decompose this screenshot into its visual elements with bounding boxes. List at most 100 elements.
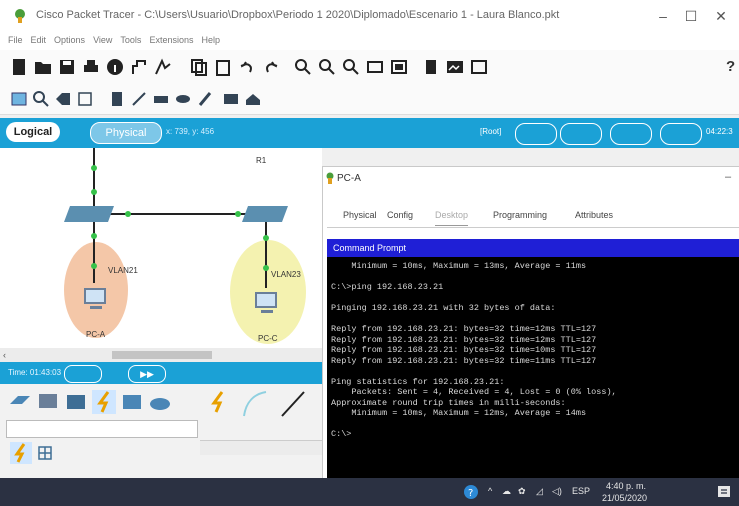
automatic-connection-icon[interactable] bbox=[206, 390, 230, 414]
power-cycle-button[interactable] bbox=[64, 365, 102, 383]
tab-attributes[interactable]: Attributes bbox=[575, 205, 613, 225]
tab-physical[interactable]: Physical bbox=[90, 122, 162, 144]
undo-icon[interactable] bbox=[238, 58, 256, 76]
zoom-in-icon[interactable] bbox=[294, 58, 312, 76]
add-simple-pdu-icon[interactable] bbox=[222, 90, 240, 108]
add-complex-pdu-icon[interactable] bbox=[244, 90, 262, 108]
network-devices-icon[interactable] bbox=[8, 390, 32, 414]
custom-devices-icon[interactable] bbox=[390, 58, 408, 76]
vlan23-label: VLAN23 bbox=[271, 270, 301, 279]
console-cable-icon[interactable] bbox=[240, 390, 268, 418]
switch-2-icon[interactable] bbox=[242, 206, 288, 222]
viewport-pill[interactable] bbox=[560, 123, 602, 145]
inspect-icon[interactable] bbox=[32, 90, 50, 108]
palette-scrollbar[interactable] bbox=[200, 440, 322, 455]
open-folder-icon[interactable] bbox=[34, 58, 52, 76]
help-button[interactable]: ? bbox=[726, 58, 735, 75]
components-icon[interactable] bbox=[64, 390, 88, 414]
show-hidden-icons-icon[interactable]: ^ bbox=[488, 486, 492, 496]
navigation-pill[interactable] bbox=[515, 123, 557, 145]
tab-programming[interactable]: Programming bbox=[493, 205, 547, 225]
print-icon[interactable] bbox=[82, 58, 100, 76]
menu-extensions[interactable]: Extensions bbox=[149, 35, 193, 45]
device-type-box bbox=[6, 420, 198, 438]
tab-divider bbox=[327, 227, 739, 228]
select-icon[interactable] bbox=[10, 90, 28, 108]
network-icon[interactable]: ◿ bbox=[536, 486, 543, 497]
menu-file[interactable]: File bbox=[8, 35, 23, 45]
pc-a-window: PC-A – Physical Config Desktop Programmi… bbox=[322, 166, 739, 480]
packet-tracer-app-icon bbox=[15, 9, 25, 23]
pc-window-minimize-button[interactable]: – bbox=[725, 171, 731, 183]
workspace-clock: 04:22:3 bbox=[706, 127, 733, 136]
drawing-palette-icon[interactable] bbox=[366, 58, 384, 76]
topology-diagram bbox=[64, 148, 306, 344]
menu-tools[interactable]: Tools bbox=[120, 35, 141, 45]
command-prompt-terminal[interactable]: Minimum = 10ms, Maximum = 13ms, Average … bbox=[327, 257, 739, 479]
end-devices-icon[interactable] bbox=[36, 390, 60, 414]
redo-icon[interactable] bbox=[262, 58, 280, 76]
cloud-icon[interactable]: ☁ bbox=[502, 486, 511, 497]
taskbar-time: 4:40 p. m. bbox=[606, 481, 647, 491]
taskbar-date: 21/05/2020 bbox=[602, 493, 648, 503]
close-button[interactable]: ✕ bbox=[706, 6, 736, 26]
zoom-out-icon[interactable] bbox=[342, 58, 360, 76]
menu-view[interactable]: View bbox=[93, 35, 112, 45]
draw-line-icon[interactable] bbox=[130, 90, 148, 108]
viewport-icon[interactable] bbox=[446, 58, 464, 76]
help-circle-icon[interactable]: ? bbox=[463, 484, 479, 500]
info-icon[interactable] bbox=[106, 58, 124, 76]
network-wizard-icon[interactable] bbox=[130, 58, 148, 76]
switch-1-icon[interactable] bbox=[64, 206, 114, 222]
draw-ellipse-icon[interactable] bbox=[174, 90, 192, 108]
pc-c-label: PC-C bbox=[258, 334, 278, 343]
activity-wizard-icon[interactable] bbox=[154, 58, 172, 76]
packet-tracer-tray-icon[interactable]: ✿ bbox=[518, 486, 526, 497]
terminal-line: Reply from 192.168.23.21: bytes=32 time=… bbox=[331, 324, 597, 334]
delete-icon[interactable] bbox=[54, 90, 72, 108]
horizontal-scrollbar[interactable]: ‹ bbox=[0, 348, 322, 362]
paste-icon[interactable] bbox=[214, 58, 232, 76]
tools-toolbar bbox=[0, 84, 739, 115]
image-icon[interactable] bbox=[470, 58, 488, 76]
fast-forward-button[interactable]: ▶▶ bbox=[128, 365, 166, 383]
terminal-line: Ping statistics for 192.168.23.21: bbox=[331, 376, 505, 387]
scrollbar-thumb[interactable] bbox=[112, 351, 212, 359]
resize-icon[interactable] bbox=[76, 90, 94, 108]
language-indicator[interactable]: ESP bbox=[572, 486, 590, 496]
connections-icon[interactable] bbox=[92, 390, 116, 414]
tab-physical-device[interactable]: Physical bbox=[343, 205, 377, 225]
logical-workspace-canvas[interactable]: R1 VLAN21 VLAN23 PC-A PC-C bbox=[0, 148, 322, 348]
notification-center-icon[interactable] bbox=[716, 484, 732, 500]
save-icon[interactable] bbox=[58, 58, 76, 76]
scroll-left-icon[interactable]: ‹ bbox=[3, 350, 6, 360]
connection-type-icon[interactable] bbox=[10, 442, 32, 464]
draw-rectangle-icon[interactable] bbox=[152, 90, 170, 108]
minimize-button[interactable]: – bbox=[648, 6, 678, 26]
miscellaneous-icon[interactable] bbox=[120, 390, 144, 414]
copy-icon[interactable] bbox=[190, 58, 208, 76]
terminal-line: Packets: Sent = 4, Received = 4, Lost = … bbox=[331, 387, 617, 397]
multiuser-icon[interactable] bbox=[148, 390, 172, 414]
maximize-button[interactable]: ☐ bbox=[676, 6, 706, 26]
zoom-reset-icon[interactable] bbox=[318, 58, 336, 76]
menu-edit[interactable]: Edit bbox=[31, 35, 47, 45]
cluster-icon[interactable] bbox=[422, 58, 440, 76]
grid-icon[interactable] bbox=[38, 446, 52, 460]
set-tiled-background-pill[interactable] bbox=[610, 123, 652, 145]
straight-through-cable-icon[interactable] bbox=[278, 390, 306, 418]
volume-icon[interactable]: ◁) bbox=[552, 486, 562, 497]
menu-options[interactable]: Options bbox=[54, 35, 85, 45]
tab-config[interactable]: Config bbox=[387, 205, 413, 225]
note-icon[interactable] bbox=[108, 90, 126, 108]
freeform-icon[interactable] bbox=[196, 90, 214, 108]
new-file-icon[interactable] bbox=[10, 58, 28, 76]
tab-desktop[interactable]: Desktop bbox=[435, 205, 469, 226]
simulation-time: Time: 01:43:03 bbox=[8, 368, 62, 377]
tab-logical[interactable]: Logical bbox=[6, 122, 60, 142]
background-image-pill[interactable] bbox=[660, 123, 702, 145]
menu-help[interactable]: Help bbox=[201, 35, 220, 45]
